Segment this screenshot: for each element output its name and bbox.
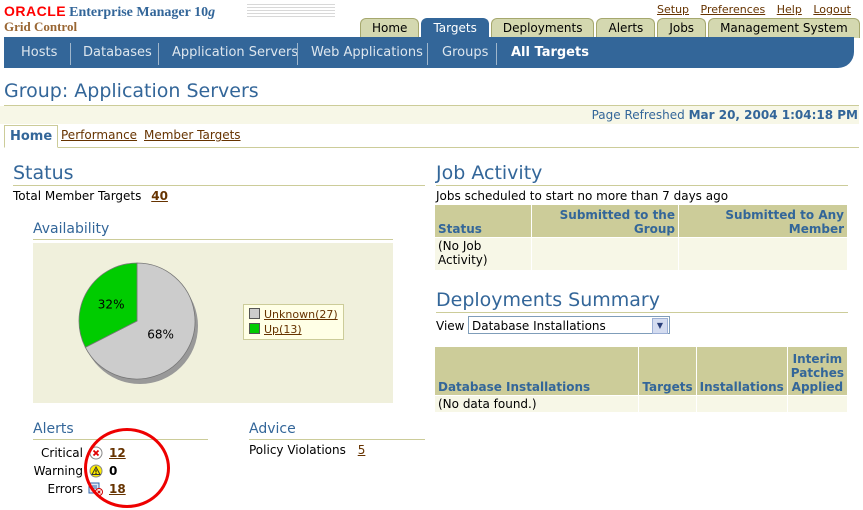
product-version-suffix: g: [208, 5, 216, 20]
page-title: Group: Application Servers: [4, 80, 259, 102]
view-label: View: [436, 319, 465, 333]
legend-link-unknown[interactable]: Unknown(27): [264, 308, 338, 321]
column-header-targets: Targets: [638, 346, 697, 396]
total-member-targets: Total Member Targets 40: [13, 189, 168, 203]
legend-swatch-up: [249, 323, 260, 334]
job-activity-header-row: Status Submitted to the Group Submitted …: [434, 204, 848, 238]
job-activity-cell-group: [531, 237, 679, 271]
table-row: (No data found.): [433, 395, 849, 413]
logout-link[interactable]: Logout: [813, 3, 851, 16]
subnav-separator: [158, 43, 159, 65]
global-links: Setup Preferences Help Logout: [649, 3, 851, 16]
job-activity-divider: [436, 185, 848, 186]
subnav-separator: [70, 43, 71, 65]
header-stripes: [247, 4, 335, 18]
subnav-web-applications[interactable]: Web Applications: [311, 37, 423, 68]
title-divider: [4, 105, 859, 106]
column-header-interim-patches: Interim Patches Applied: [786, 346, 849, 396]
table-row: (No Job Activity): [434, 237, 848, 271]
availability-divider: [33, 239, 393, 240]
tab-management-system[interactable]: Management System: [708, 18, 860, 38]
tab-alerts[interactable]: Alerts: [596, 18, 656, 38]
legend-link-up[interactable]: Up(13): [264, 323, 302, 336]
advice-divider: [249, 439, 425, 440]
deployments-table: Database Installations Targets Installat…: [433, 346, 849, 413]
group-subtabs: Home Performance Member Targets: [4, 125, 859, 148]
subproduct-name: Grid Control: [4, 19, 78, 34]
deployments-cell-empty: (No data found.): [433, 395, 640, 413]
status-title: Status: [13, 162, 74, 184]
refresh-label: Page Refreshed: [591, 108, 685, 122]
subnav-separator: [427, 43, 428, 65]
main-tabs: Home Targets Deployments Alerts Jobs Man…: [360, 18, 862, 38]
subnav-hosts[interactable]: Hosts: [21, 37, 57, 68]
subtab-home[interactable]: Home: [4, 125, 59, 148]
deployments-cell: [638, 395, 697, 413]
deployments-summary-divider: [436, 312, 848, 313]
alerts-title: Alerts: [33, 421, 74, 437]
column-header-database-installations: Database Installations: [433, 346, 640, 396]
product-name: Enterprise Manager 10g: [69, 5, 215, 20]
deployments-cell: [695, 395, 788, 413]
subnav-all-targets[interactable]: All Targets: [511, 37, 589, 68]
view-select[interactable]: Database Installations ▼: [468, 316, 670, 334]
job-activity-cell-member: [678, 237, 848, 271]
job-activity-cell-status: (No Job Activity): [434, 237, 532, 271]
subnav-separator: [496, 43, 497, 65]
column-header-status: Status: [434, 204, 532, 238]
total-member-targets-value[interactable]: 40: [151, 189, 168, 203]
legend-item-unknown: Unknown(27): [249, 307, 338, 322]
tab-jobs[interactable]: Jobs: [657, 18, 707, 38]
alert-label-errors: Errors: [47, 482, 83, 496]
availability-title: Availability: [33, 221, 110, 237]
deployments-summary-title: Deployments Summary: [436, 289, 660, 311]
subnav-databases[interactable]: Databases: [83, 37, 152, 68]
refresh-time: Mar 20, 2004 1:04:18 PM: [688, 108, 858, 122]
legend-swatch-unknown: [249, 308, 260, 319]
column-header-submitted-group: Submitted to the Group: [531, 204, 679, 238]
subtab-member-targets[interactable]: Member Targets: [144, 128, 241, 142]
tab-deployments[interactable]: Deployments: [490, 18, 595, 38]
deployments-header-row: Database Installations Targets Installat…: [433, 346, 849, 396]
deployments-cell: [786, 395, 849, 413]
subnav-separator: [297, 43, 298, 65]
column-header-installations: Installations: [695, 346, 788, 396]
preferences-link[interactable]: Preferences: [701, 3, 766, 16]
oracle-logo: ORACLE Enterprise Manager 10g Grid Contro…: [4, 3, 215, 35]
setup-link[interactable]: Setup: [657, 3, 689, 16]
targets-subnav: Hosts Databases Application Servers Web …: [4, 37, 854, 68]
availability-legend: Unknown(27) Up(13): [243, 304, 344, 340]
tab-targets[interactable]: Targets: [421, 18, 489, 38]
total-member-targets-label: Total Member Targets: [13, 189, 142, 203]
help-link[interactable]: Help: [777, 3, 802, 16]
alert-label-warning: Warning: [33, 464, 83, 478]
brand-name: ORACLE: [4, 3, 67, 19]
policy-violations-value[interactable]: 5: [358, 443, 366, 457]
subtab-performance[interactable]: Performance: [61, 128, 137, 142]
subnav-groups[interactable]: Groups: [442, 37, 488, 68]
page-refreshed: Page Refreshed Mar 20, 2004 1:04:18 PM: [592, 108, 858, 122]
tab-home[interactable]: Home: [360, 18, 420, 38]
job-activity-table: Status Submitted to the Group Submitted …: [434, 204, 848, 271]
advice-title: Advice: [249, 421, 296, 437]
job-activity-subtitle: Jobs scheduled to start no more than 7 d…: [436, 189, 729, 203]
policy-violations: Policy Violations 5: [249, 443, 365, 457]
column-header-submitted-member: Submitted to Any Member: [678, 204, 848, 238]
status-divider: [13, 185, 425, 186]
policy-violations-label: Policy Violations: [249, 443, 346, 457]
job-activity-title: Job Activity: [436, 162, 543, 184]
chevron-down-icon[interactable]: ▼: [652, 318, 668, 334]
annotation-circle: [84, 428, 170, 508]
alert-label-critical: Critical: [41, 446, 83, 460]
view-select-value: Database Installations: [472, 319, 606, 333]
product-text: Enterprise Manager 10: [69, 5, 209, 20]
legend-item-up: Up(13): [249, 322, 338, 337]
subnav-application-servers[interactable]: Application Servers: [172, 37, 298, 68]
